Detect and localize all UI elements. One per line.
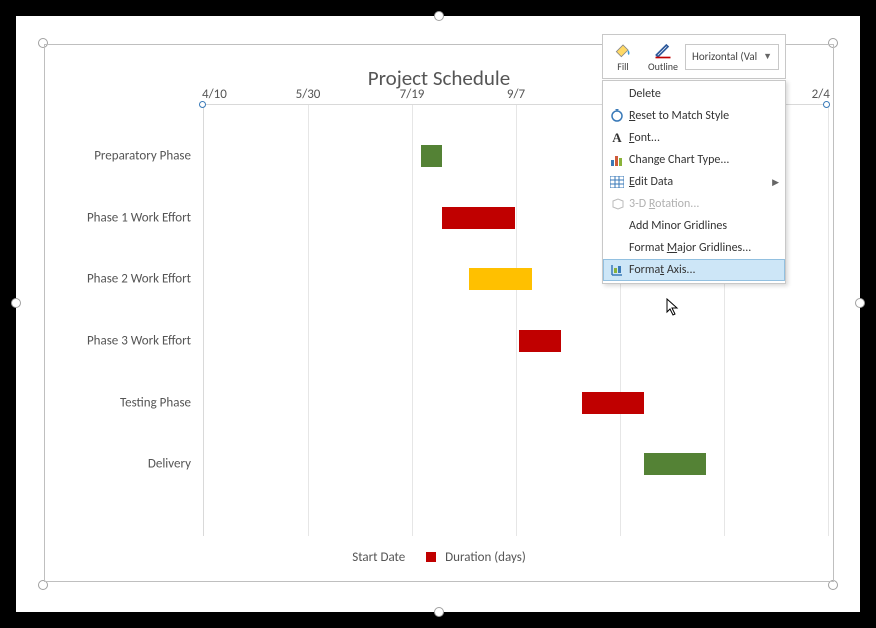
- menu-item-minorgrid[interactable]: Add Minor Gridlines: [603, 215, 785, 237]
- outline-label: Outline: [648, 60, 678, 73]
- legend-swatch: [426, 552, 436, 562]
- task-label[interactable]: Phase 2 Work Effort: [41, 272, 191, 287]
- context-menu: DeleteReset to Match StyleAFont...Change…: [602, 80, 786, 284]
- paint-bucket-icon: [613, 40, 633, 60]
- workspace: Project Schedule 4/105/307/199/710/2712/…: [16, 16, 860, 612]
- selection-handle[interactable]: [11, 298, 21, 308]
- cube-icon: [607, 196, 627, 212]
- pen-icon: [653, 40, 673, 60]
- task-row: Delivery: [203, 433, 827, 495]
- menu-item-reset[interactable]: Reset to Match Style: [603, 105, 785, 127]
- blank-icon: [607, 218, 627, 234]
- fill-label: Fill: [617, 60, 628, 73]
- menu-item-label: Format Major Gridlines...: [627, 241, 779, 255]
- legend-entry-duration[interactable]: Duration (days): [445, 550, 526, 565]
- selection-handle[interactable]: [855, 298, 865, 308]
- menu-item-label: Font...: [627, 131, 779, 145]
- axis-tick-label: 5/30: [296, 87, 321, 102]
- axis-tick-label: 7/19: [400, 87, 425, 102]
- axis-tick-label: 9/7: [507, 87, 525, 102]
- menu-item-label: Reset to Match Style: [627, 109, 779, 123]
- submenu-arrow-icon: ▶: [772, 177, 779, 188]
- axis-tick-label: 4/10: [202, 87, 227, 102]
- selection-handle[interactable]: [434, 607, 444, 617]
- task-bar[interactable]: [469, 268, 531, 290]
- blank-icon: [607, 240, 627, 256]
- menu-item-3drotation: 3-D Rotation...: [603, 193, 785, 215]
- A-font-icon: A: [607, 130, 627, 146]
- task-label[interactable]: Phase 1 Work Effort: [41, 210, 191, 225]
- menu-item-font[interactable]: AFont...: [603, 127, 785, 149]
- menu-item-label: Delete: [627, 87, 779, 101]
- task-label[interactable]: Phase 3 Work Effort: [41, 334, 191, 349]
- blank-icon: [607, 86, 627, 102]
- bars-icon: [607, 152, 627, 168]
- menu-item-label: Edit Data: [627, 175, 772, 189]
- gridline: [828, 105, 829, 536]
- task-bar[interactable]: [644, 453, 706, 475]
- menu-item-label: Change Chart Type...: [627, 153, 779, 167]
- fill-button[interactable]: Fill: [603, 35, 643, 78]
- task-row: Phase 3 Work Effort: [203, 310, 827, 372]
- task-label[interactable]: Preparatory Phase: [41, 148, 191, 163]
- menu-item-delete[interactable]: Delete: [603, 83, 785, 105]
- grid-icon: [607, 174, 627, 190]
- menu-item-majorgrid[interactable]: Format Major Gridlines...: [603, 237, 785, 259]
- menu-item-label: Format Axis...: [627, 263, 779, 277]
- chevron-down-icon: ▼: [763, 51, 772, 62]
- task-row: Testing Phase: [203, 372, 827, 434]
- task-label[interactable]: Delivery: [41, 457, 191, 472]
- task-bar[interactable]: [442, 207, 515, 229]
- menu-item-label: 3-D Rotation...: [627, 197, 779, 211]
- chart-legend[interactable]: Start Date Duration (days): [45, 550, 833, 565]
- outline-button[interactable]: Outline: [643, 35, 683, 78]
- menu-item-formataxis[interactable]: Format Axis...: [603, 259, 785, 281]
- legend-entry-start[interactable]: Start Date: [352, 550, 405, 565]
- mini-toolbar: Fill Outline Horizontal (Val ▼: [602, 34, 786, 79]
- task-bar[interactable]: [519, 330, 561, 352]
- chart-element-selector[interactable]: Horizontal (Val ▼: [685, 44, 779, 70]
- menu-item-editdata[interactable]: Edit Data▶: [603, 171, 785, 193]
- task-bar[interactable]: [582, 392, 644, 414]
- selection-handle[interactable]: [434, 11, 444, 21]
- task-bar[interactable]: [421, 145, 442, 167]
- selector-value: Horizontal (Val: [692, 50, 757, 63]
- menu-item-label: Add Minor Gridlines: [627, 219, 779, 233]
- reset-icon: [607, 108, 627, 124]
- task-label[interactable]: Testing Phase: [41, 395, 191, 410]
- axis-icon: [607, 262, 627, 278]
- axis-tick-label: 2/4: [812, 87, 830, 102]
- menu-item-charttype[interactable]: Change Chart Type...: [603, 149, 785, 171]
